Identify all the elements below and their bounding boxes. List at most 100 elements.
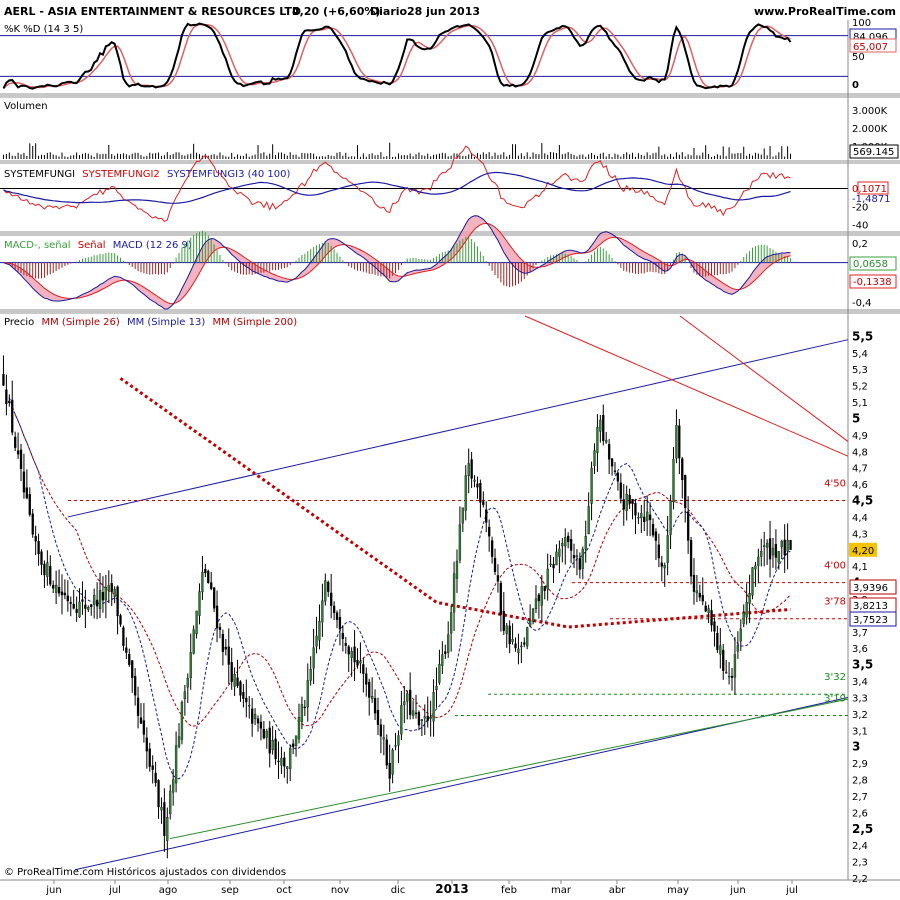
- candle-body: [356, 659, 359, 666]
- ma-value-label: 3,7523: [853, 615, 888, 626]
- trendline-red-2: [679, 315, 849, 442]
- candle-body: [245, 697, 248, 703]
- candle-body: [561, 543, 564, 547]
- candle-body: [98, 590, 102, 610]
- candle-body: [482, 501, 485, 505]
- candle-body: [230, 662, 233, 683]
- candle-body: [52, 584, 55, 589]
- candle-body: [531, 608, 535, 622]
- candle-body: [619, 482, 622, 499]
- candle-body: [771, 547, 775, 556]
- candle-body: [458, 524, 462, 561]
- candle-body: [581, 548, 584, 569]
- candle-body: [689, 540, 693, 577]
- candle-body: [335, 612, 339, 620]
- price-title-4: MM (Simple 200): [212, 317, 297, 328]
- stoch-tick-label: 100: [852, 18, 871, 29]
- price-title-1: Precio: [4, 317, 34, 328]
- volume-tick-label: 2.000K: [852, 124, 888, 135]
- candle-body: [698, 592, 701, 598]
- chart-canvas: AERL - ASIA ENTERTAINMENT & RESOURCES LT…: [0, 5, 900, 896]
- candle-body: [786, 540, 789, 552]
- candle-body: [414, 712, 418, 715]
- candle-body: [321, 600, 324, 623]
- candle-body: [672, 458, 675, 503]
- candle-body: [306, 680, 309, 708]
- candle-body: [669, 500, 672, 535]
- candle-body: [783, 539, 786, 556]
- candle-body: [174, 745, 178, 784]
- candle-body: [69, 602, 72, 604]
- candle-body: [215, 605, 219, 629]
- candle-body: [40, 551, 43, 565]
- candle-body: [37, 541, 40, 555]
- candle-body: [297, 716, 301, 740]
- candle-body: [774, 544, 778, 558]
- candle-body: [584, 536, 587, 550]
- macd-title-3: MACD (12 26 9): [113, 240, 192, 251]
- candle-body: [534, 598, 538, 610]
- price-tick-label: 5: [852, 411, 860, 425]
- macd-panel: [0, 215, 848, 310]
- panel-separator[interactable]: [0, 160, 900, 164]
- ma-value-label: 3,9396: [853, 583, 888, 594]
- candle-body: [22, 471, 26, 493]
- candle-body: [286, 766, 289, 769]
- candle-body: [277, 760, 280, 763]
- candle-body: [78, 601, 81, 618]
- candle-body: [163, 802, 166, 836]
- candle-body: [780, 541, 783, 548]
- candle-body: [66, 595, 69, 602]
- candle-body: [607, 444, 611, 460]
- candle-body: [447, 634, 450, 653]
- price-title: Precio MM (Simple 26) MM (Simple 13) MM …: [4, 317, 297, 328]
- candle-body: [54, 584, 58, 593]
- price-tick-label: 2,9: [852, 759, 868, 770]
- price-tick-label: 3,2: [852, 710, 868, 721]
- price-tick-label: 5,3: [852, 365, 868, 376]
- panel-separator[interactable]: [0, 231, 900, 236]
- candle-body: [558, 548, 561, 557]
- candle-body: [233, 674, 236, 687]
- stoch-d-line: [2, 23, 791, 89]
- panel-separator[interactable]: [0, 309, 900, 314]
- candle-body: [57, 587, 61, 594]
- candle-body: [681, 458, 684, 481]
- candle-body: [327, 581, 330, 592]
- candle-body: [499, 582, 503, 615]
- candle-body: [145, 737, 148, 752]
- candle-body: [549, 563, 552, 566]
- candle-body: [154, 772, 157, 783]
- candle-body: [763, 545, 766, 548]
- candle-body: [289, 748, 292, 769]
- candle-body: [34, 536, 37, 542]
- candle-body: [303, 706, 306, 709]
- site-link[interactable]: www.ProRealTime.com: [754, 5, 896, 18]
- trendline-lower-green: [169, 698, 849, 840]
- volume-panel: [2, 142, 792, 159]
- candle-body: [142, 720, 146, 735]
- candle-body: [350, 651, 353, 658]
- candle-body: [789, 540, 792, 550]
- candle-body: [470, 459, 473, 479]
- candle-body: [616, 472, 620, 482]
- ma200-line: [119, 377, 791, 629]
- last-price-label: 4,20: [852, 546, 874, 557]
- candle-body: [429, 716, 432, 719]
- panel-separator[interactable]: [0, 93, 900, 98]
- candle-body: [599, 419, 602, 432]
- price-tick-label: 3: [852, 740, 860, 754]
- volume-value-label: 569.145: [853, 147, 894, 158]
- candle-body: [537, 594, 541, 602]
- candle-body: [46, 562, 49, 577]
- candle-body: [701, 594, 704, 602]
- candle-body: [212, 587, 216, 609]
- candle-body: [423, 716, 426, 719]
- candle-body: [400, 705, 403, 735]
- price-tick-label: 4,8: [852, 447, 868, 458]
- candle-body: [757, 556, 760, 566]
- candle-body: [19, 449, 23, 469]
- level-label: 3'19: [824, 694, 846, 705]
- stoch-tick-label: 0: [852, 80, 859, 91]
- candle-body: [508, 625, 511, 645]
